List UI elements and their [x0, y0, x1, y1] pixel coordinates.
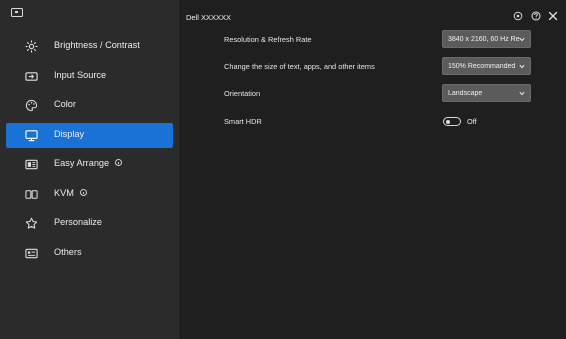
easy-arrange-icon	[25, 158, 38, 171]
window-title: Dell XXXXXX	[186, 13, 232, 22]
text-size-label: Change the size of text, apps, and other…	[224, 62, 375, 71]
kvm-label: KVM	[54, 188, 74, 198]
input-source-icon	[25, 70, 38, 83]
easy-arrange-label: Easy Arrange	[54, 158, 110, 168]
text-size-value: 150% Recommanded	[448, 62, 516, 70]
star-icon	[25, 217, 38, 230]
close-icon[interactable]	[548, 8, 558, 21]
chevron-down-icon	[519, 91, 525, 96]
sidebar-item-label: KVM	[54, 188, 87, 198]
power-icon[interactable]	[513, 8, 523, 21]
sidebar-item-display[interactable]: Display	[6, 123, 173, 148]
sidebar: Brightness / Contrast Input Source Color…	[0, 0, 179, 339]
help-icon[interactable]	[531, 8, 541, 21]
sidebar-item-label: Display	[54, 129, 85, 139]
chevron-down-icon	[519, 37, 525, 42]
resolution-value: 3840 x 2160, 60 Hz Recommended	[448, 35, 520, 43]
resolution-label: Resolution & Refresh Rate	[224, 35, 312, 44]
sidebar-item-others[interactable]: Others	[6, 241, 173, 266]
sidebar-item-color[interactable]: Color	[6, 93, 173, 118]
display-icon	[25, 129, 38, 142]
sidebar-item-input-source[interactable]: Input Source	[6, 64, 173, 89]
kvm-icon	[25, 188, 38, 201]
app-monitor-icon	[11, 8, 23, 17]
info-icon[interactable]	[79, 189, 87, 196]
sidebar-item-personalize[interactable]: Personalize	[6, 211, 173, 236]
sidebar-item-label: Easy Arrange	[54, 158, 123, 168]
text-size-dropdown[interactable]: 150% Recommanded	[442, 57, 531, 75]
orientation-value: Landscape	[448, 89, 483, 97]
sidebar-item-label: Input Source	[54, 70, 107, 80]
sidebar-item-kvm[interactable]: KVM	[6, 182, 173, 207]
sidebar-item-label: Color	[54, 99, 76, 109]
sidebar-item-label: Brightness / Contrast	[54, 40, 140, 50]
orientation-dropdown[interactable]: Landscape	[442, 84, 531, 102]
brightness-icon	[25, 40, 38, 53]
color-palette-icon	[25, 99, 38, 112]
info-icon[interactable]	[115, 159, 123, 166]
sidebar-item-easy-arrange[interactable]: Easy Arrange	[6, 152, 173, 177]
sidebar-item-label: Others	[54, 247, 82, 257]
orientation-label: Orientation	[224, 89, 261, 98]
others-icon	[25, 247, 38, 260]
resolution-dropdown[interactable]: 3840 x 2160, 60 Hz Recommended	[442, 30, 531, 48]
sidebar-item-label: Personalize	[54, 217, 103, 227]
sidebar-item-brightness-contrast[interactable]: Brightness / Contrast	[6, 34, 173, 59]
smart-hdr-label: Smart HDR	[224, 117, 262, 126]
chevron-down-icon	[519, 64, 525, 69]
smart-hdr-state: Off	[467, 117, 477, 126]
smart-hdr-toggle[interactable]	[443, 117, 461, 126]
